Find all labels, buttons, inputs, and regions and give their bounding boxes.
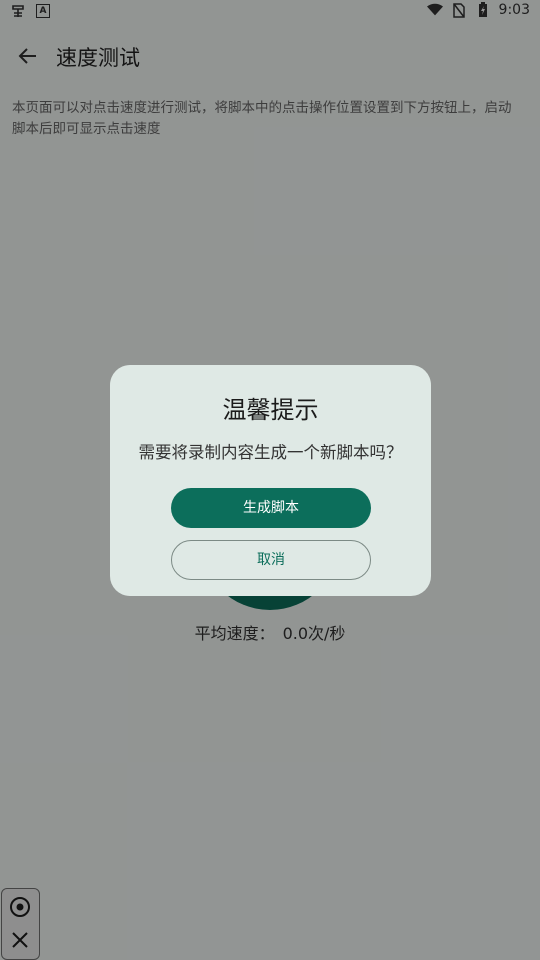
dialog-title: 温馨提示 [222,396,319,424]
close-button[interactable] [8,928,32,952]
cancel-button[interactable]: 取消 [171,540,371,580]
target-button[interactable] [8,895,32,919]
target-icon [10,897,30,917]
close-icon [12,932,28,948]
tip-dialog: 温馨提示 需要将录制内容生成一个新脚本吗？ 生成脚本 取消 [110,365,431,596]
dialog-message: 需要将录制内容生成一个新脚本吗？ [138,443,403,462]
floating-control-panel [1,888,40,960]
generate-script-button[interactable]: 生成脚本 [171,488,371,528]
